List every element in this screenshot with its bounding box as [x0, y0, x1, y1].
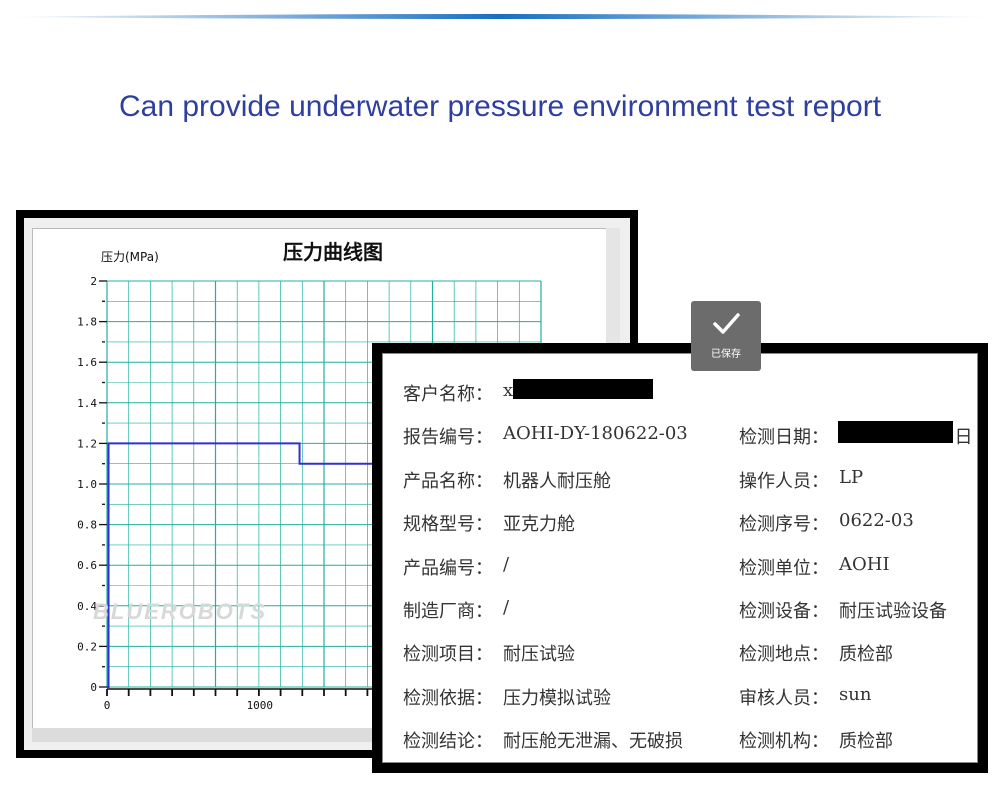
- top-accent-line: [0, 14, 1000, 19]
- redaction-bar: [838, 421, 953, 443]
- saved-label: 已保存: [711, 349, 741, 360]
- report-field-label: 规格型号：: [403, 514, 493, 536]
- report-field-value: 压力模拟试验: [503, 687, 611, 709]
- report-field-label: 产品名称：: [403, 470, 493, 492]
- x-tick-label: 0: [104, 699, 111, 712]
- y-tick-label: 2: [90, 275, 97, 288]
- report-field-label: 检测设备：: [739, 601, 829, 622]
- saved-toast: 已保存: [691, 301, 761, 371]
- report-field-value: 0622-03: [839, 510, 914, 532]
- report-field-value: AOHI-DY-180622-03: [503, 423, 688, 445]
- y-axis-label: 压力(MPa): [101, 250, 159, 264]
- test-report: 客户名称： x 报告编号： AOHI-DY-180622-03 产品名称： 机器人耐压舱规…: [382, 353, 978, 763]
- y-tick-label: 0.8: [77, 519, 97, 532]
- report-field-label: 客户名称：: [403, 384, 493, 405]
- report-field-label: 检测序号：: [739, 514, 829, 536]
- report-field-label: 检测机构：: [739, 731, 829, 753]
- report-field-label: 操作人员：: [739, 470, 829, 492]
- report-field-label: 产品编号：: [403, 557, 493, 579]
- report-field-value: /: [503, 597, 510, 618]
- report-field-label: 检测依据：: [403, 687, 493, 709]
- report-field-label: 检测地点：: [739, 644, 829, 666]
- report-field-value: 耐压试验设备: [839, 601, 947, 622]
- report-field-value: 耐压试验: [503, 644, 575, 666]
- page-heading: Can provide underwater pressure environm…: [118, 90, 882, 123]
- y-tick-label: 0.6: [77, 559, 97, 572]
- report-field-value: LP: [839, 466, 864, 488]
- report-field-label: 报告编号：: [403, 427, 493, 449]
- report-field-value: x: [503, 380, 514, 401]
- x-tick-label: 1000: [247, 699, 274, 712]
- report-field-label: 审核人员：: [739, 687, 829, 709]
- report-field-label: 检测单位：: [739, 557, 829, 579]
- y-tick-label: 1.4: [77, 397, 97, 410]
- report-field-value: 亚克力舱: [503, 514, 575, 536]
- report-field-value: /: [503, 553, 510, 575]
- chart-title: 压力曲线图: [283, 240, 383, 264]
- report-field-label: 制造厂商：: [403, 601, 493, 622]
- y-tick-label: 1.0: [77, 478, 97, 491]
- watermark-logo: BLUEROBOTS: [93, 599, 267, 624]
- report-field-value: 质检部: [839, 644, 893, 666]
- redaction-bar: [513, 379, 653, 399]
- report-field-label: 检测结论：: [403, 731, 493, 753]
- report-field-value: 机器人耐压舱: [503, 470, 611, 492]
- report-field-label: 检测日期：: [739, 427, 829, 449]
- test-report-window: 客户名称： x 报告编号： AOHI-DY-180622-03 产品名称： 机器人耐压舱规…: [372, 343, 988, 773]
- report-field-value: AOHI: [839, 553, 890, 575]
- y-tick-label: 1.2: [77, 437, 97, 450]
- check-icon: [713, 313, 740, 334]
- y-tick-label: 0.2: [77, 640, 97, 653]
- y-tick-label: 1.8: [77, 316, 97, 329]
- report-field-value: sun: [839, 683, 872, 705]
- y-tick-label: 1.6: [77, 356, 97, 369]
- y-tick-label: 0: [90, 681, 97, 694]
- report-field-value: 耐压舱无泄漏、无破损: [503, 731, 683, 753]
- report-field-label: 检测项目：: [403, 644, 493, 666]
- report-field-value: 质检部: [839, 731, 893, 753]
